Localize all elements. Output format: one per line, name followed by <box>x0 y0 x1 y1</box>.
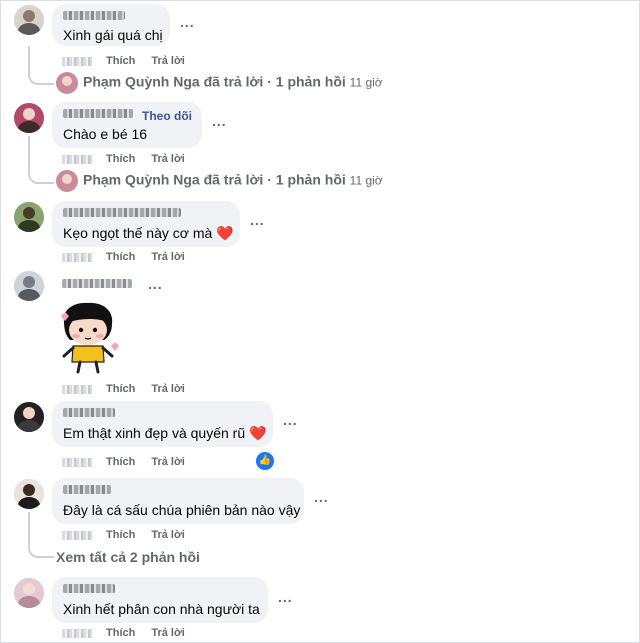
more-options-button[interactable]: ... <box>283 412 298 428</box>
comment-text: Xinh gái quá chị <box>63 27 163 43</box>
author-name[interactable] <box>63 208 181 217</box>
reply-time: 11 giờ <box>349 75 383 90</box>
reply-button[interactable]: Trả lời <box>151 251 185 263</box>
reply-summary-link[interactable]: Phạm Quỳnh Nga đã trả lời · 1 phản hồi 1… <box>56 170 383 192</box>
comment-time[interactable] <box>62 628 92 638</box>
comment-bubble: Em thật xinh đẹp và quyến rũ ❤️ <box>52 401 273 447</box>
comment-time[interactable] <box>62 457 92 467</box>
more-options-button[interactable]: ... <box>250 212 265 228</box>
comment-bubble: Xinh hết phân con nhà người ta <box>52 577 268 623</box>
comment-time[interactable] <box>62 530 92 540</box>
reply-time: 11 giờ <box>349 173 383 188</box>
reply-button[interactable]: Trả lời <box>151 153 185 165</box>
like-button[interactable]: Thích <box>106 627 135 639</box>
comment-time[interactable] <box>62 384 92 394</box>
comment-actions: Thích Trả lời <box>62 153 201 165</box>
comment-actions: Thích Trả lời <box>62 383 201 395</box>
comment-text: Đây là cá sấu chúa phiên bản nào vậy <box>63 502 301 518</box>
cartoon-girl-sticker[interactable] <box>58 300 122 378</box>
separator: · <box>267 73 272 90</box>
comment-actions: Thích Trả lời <box>62 627 201 639</box>
reply-author: Phạm Quỳnh Nga <box>83 73 200 90</box>
separator: · <box>267 171 272 188</box>
avatar <box>56 72 78 94</box>
reply-summary-link[interactable]: Phạm Quỳnh Nga đã trả lời · 1 phản hồi 1… <box>56 72 383 94</box>
like-icon[interactable]: 👍 <box>254 450 276 472</box>
author-name[interactable] <box>63 408 115 417</box>
more-options-button[interactable]: ... <box>278 589 293 605</box>
avatar[interactable] <box>14 578 44 608</box>
comment-text: Chào e bé 16 <box>63 126 148 142</box>
comment-time[interactable] <box>62 252 92 262</box>
author-name[interactable] <box>63 485 111 494</box>
comment-text: Kẹo ngọt thế này cơ mà ❤️ <box>63 225 234 241</box>
like-button[interactable]: Thích <box>106 456 135 468</box>
follow-link[interactable]: Theo dõi <box>142 109 192 123</box>
comment-text: Em thật xinh đẹp và quyến rũ ❤️ <box>63 425 267 441</box>
comment-text: Xinh hết phân con nhà người ta <box>63 601 260 617</box>
comment-actions: Thích Trả lời <box>62 529 201 541</box>
author-name[interactable] <box>63 11 125 20</box>
comment-actions: Thích Trả lời <box>62 55 201 67</box>
comment-actions: Thích Trả lời <box>62 251 201 263</box>
comment-bubble: Xinh gái quá chị <box>52 4 170 46</box>
comment-time[interactable] <box>62 56 92 66</box>
avatar[interactable] <box>14 103 44 133</box>
reply-thread-line <box>28 136 54 184</box>
avatar <box>56 170 78 192</box>
reply-button[interactable]: Trả lời <box>151 529 185 541</box>
more-options-button[interactable]: ... <box>314 489 329 505</box>
reply-verb: đã trả lời <box>203 171 264 188</box>
author-name[interactable] <box>63 584 115 593</box>
avatar[interactable] <box>14 271 44 301</box>
reply-button[interactable]: Trả lời <box>151 55 185 67</box>
avatar[interactable] <box>14 402 44 432</box>
reply-thread-line <box>28 46 54 85</box>
comment-actions: Thích Trả lời <box>62 456 201 468</box>
avatar[interactable] <box>14 479 44 509</box>
reply-button[interactable]: Trả lời <box>151 456 185 468</box>
reply-count: 1 phản hồi <box>275 171 346 188</box>
author-name[interactable] <box>63 109 133 118</box>
like-button[interactable]: Thích <box>106 529 135 541</box>
reply-button[interactable]: Trả lời <box>151 383 185 395</box>
more-options-button[interactable]: ... <box>148 276 163 292</box>
like-button[interactable]: Thích <box>106 383 135 395</box>
comment-bubble: Theo dõi Chào e bé 16 <box>52 102 202 148</box>
avatar[interactable] <box>14 202 44 232</box>
reply-count: 1 phản hồi <box>275 73 346 90</box>
reply-verb: đã trả lời <box>203 73 264 90</box>
like-button[interactable]: Thích <box>106 55 135 67</box>
comment-time[interactable] <box>62 154 92 164</box>
comment-bubble: Đây là cá sấu chúa phiên bản nào vậy <box>52 478 304 524</box>
reply-thread-line <box>28 512 54 558</box>
author-name[interactable] <box>62 279 132 288</box>
avatar[interactable] <box>14 5 44 35</box>
like-button[interactable]: Thích <box>106 153 135 165</box>
reply-author: Phạm Quỳnh Nga <box>83 171 200 188</box>
view-replies-link[interactable]: Xem tất cả 2 phản hồi <box>56 549 200 565</box>
comment-bubble: Kẹo ngọt thế này cơ mà ❤️ <box>52 201 240 247</box>
more-options-button[interactable]: ... <box>180 14 195 30</box>
reply-button[interactable]: Trả lời <box>151 627 185 639</box>
more-options-button[interactable]: ... <box>212 113 227 129</box>
like-button[interactable]: Thích <box>106 251 135 263</box>
